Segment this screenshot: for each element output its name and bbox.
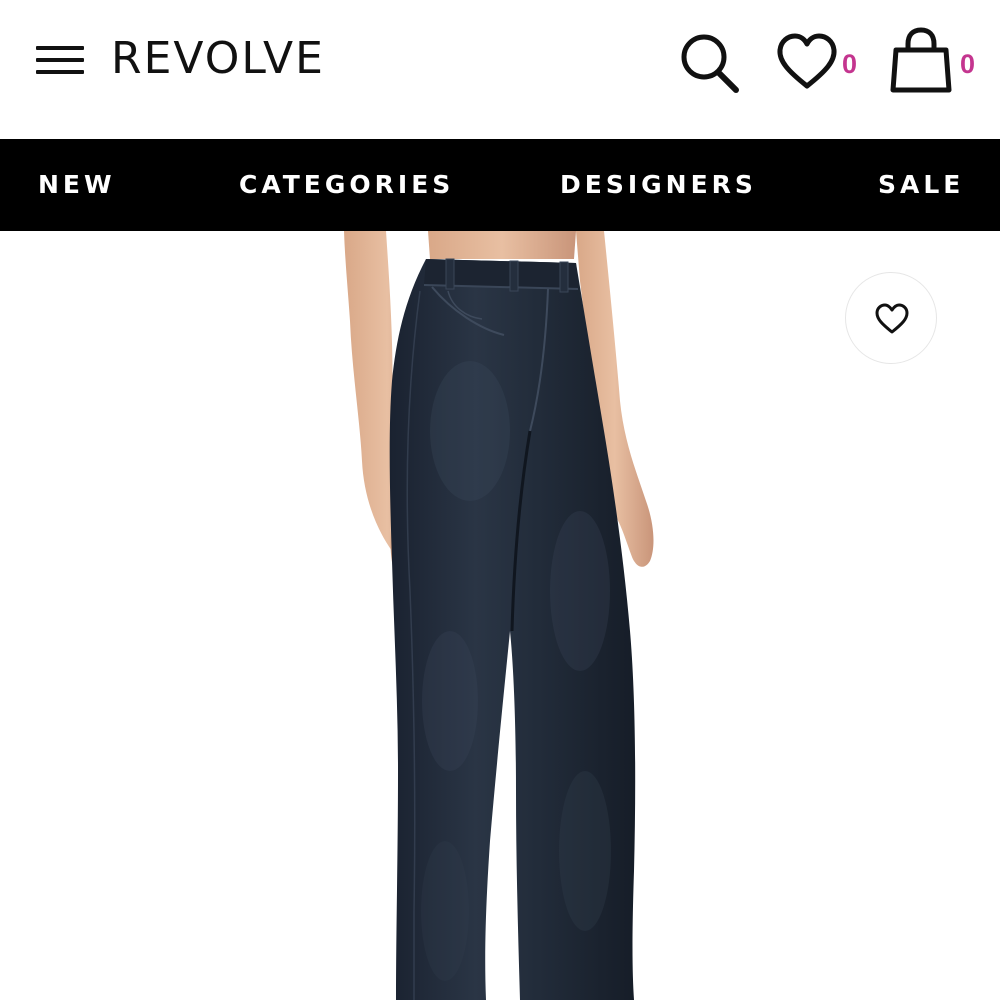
hamburger-menu-icon[interactable] xyxy=(34,42,86,78)
search-button[interactable] xyxy=(676,30,742,96)
search-icon xyxy=(681,34,739,93)
nav-item-sale[interactable]: SALE xyxy=(878,139,964,231)
shopping-bag-button[interactable]: 0 xyxy=(888,26,988,96)
heart-icon xyxy=(777,33,837,89)
nav-item-categories[interactable]: CATEGORIES xyxy=(239,139,454,231)
bag-count-badge: 0 xyxy=(960,49,976,79)
nav-item-new[interactable]: NEW xyxy=(38,139,116,231)
main-nav-bar: NEW CATEGORIES DESIGNERS SALE xyxy=(0,139,1000,231)
wishlist-count-badge: 0 xyxy=(842,49,858,79)
revolve-logo[interactable]: REVOLVE xyxy=(111,33,325,85)
revolve-mobile-app: REVOLVE 0 0 NEW CATEGORIES DESIGNERS SAL… xyxy=(0,0,1000,1000)
heart-icon xyxy=(875,303,909,334)
nav-item-designers[interactable]: DESIGNERS xyxy=(560,139,757,231)
product-image[interactable] xyxy=(0,231,1000,1000)
product-image-area xyxy=(0,231,1000,1000)
wishlist-button[interactable]: 0 xyxy=(774,30,864,96)
top-header: REVOLVE 0 0 xyxy=(0,0,1000,139)
shopping-bag-icon xyxy=(890,27,952,93)
favorite-button[interactable] xyxy=(845,272,937,364)
